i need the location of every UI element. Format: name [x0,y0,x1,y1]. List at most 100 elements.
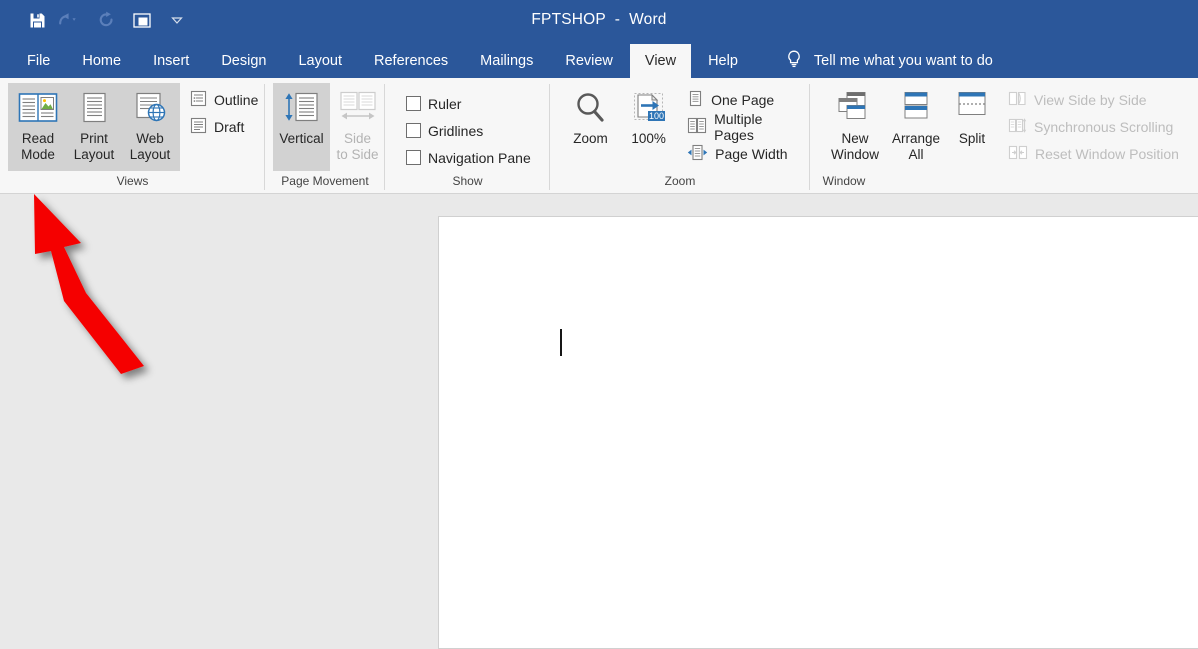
tab-file[interactable]: File [12,44,65,78]
vertical-button[interactable]: Vertical [273,83,330,171]
new-window-button[interactable]: New Window [824,83,886,171]
print-layout-button[interactable]: Print Layout [66,83,122,171]
tell-me-search[interactable]: Tell me what you want to do [785,44,993,78]
tab-design[interactable]: Design [206,44,281,78]
magnifier-icon [571,87,611,131]
zoom-button[interactable]: Zoom [561,83,620,171]
new-window-label-2: Window [830,147,879,162]
tab-help[interactable]: Help [693,44,753,78]
text-cursor [560,329,562,356]
gridlines-checkbox-row[interactable]: Gridlines [406,117,537,144]
new-window-icon [833,87,877,131]
ruler-label: Ruler [428,95,462,112]
view-side-by-side-button[interactable]: View Side by Side [1008,86,1185,113]
web-layout-icon [129,87,171,131]
tab-layout[interactable]: Layout [283,44,357,78]
split-button[interactable]: Split [946,83,998,171]
arrange-all-label-1: Arrange [891,131,941,146]
group-label-page-movement: Page Movement [281,174,369,188]
document-area[interactable] [0,195,1198,649]
tab-mailings[interactable]: Mailings [465,44,548,78]
redo-icon[interactable] [92,6,122,34]
ruler-checkbox[interactable] [406,96,421,111]
views-small-list: Outline Draft [190,83,264,140]
one-page-label: One Page [711,91,775,108]
ribbon-group-views: Read Mode Print Layout Web Layout Outlin… [0,78,265,194]
outline-label: Outline [214,91,259,108]
navigation-pane-checkbox[interactable] [406,150,421,165]
tab-references[interactable]: References [359,44,463,78]
side-to-side-label-2: to Side [336,147,379,162]
gridlines-checkbox[interactable] [406,123,421,138]
reset-window-position-button[interactable]: Reset Window Position [1008,140,1185,167]
tab-insert[interactable]: Insert [138,44,204,78]
multiple-pages-label: Multiple Pages [714,110,763,143]
touch-mouse-mode-icon[interactable] [122,6,162,34]
navigation-pane-checkbox-row[interactable]: Navigation Pane [406,144,537,171]
show-checkbox-list: Ruler Gridlines Navigation Pane [406,83,537,171]
print-layout-label-2: Layout [73,147,115,162]
print-layout-icon [73,87,115,131]
outline-icon [190,90,207,110]
quick-access-toolbar [0,0,192,40]
undo-icon[interactable] [52,6,92,34]
one-page-button[interactable]: One Page [687,86,810,113]
read-mode-label-1: Read [21,131,55,146]
zoom-small-list: One Page Multiple Pages Page Width [687,83,810,167]
vertical-scroll-icon [280,87,324,131]
synchronous-scrolling-button[interactable]: Synchronous Scrolling [1008,113,1185,140]
split-label: Split [958,131,986,146]
arrange-all-label-2: All [908,147,924,162]
group-label-show: Show [452,174,483,188]
reset-window-position-label: Reset Window Position [1035,145,1179,162]
page-width-button[interactable]: Page Width [687,140,810,167]
views-buttons-hover-area: Read Mode Print Layout Web Layout [8,83,180,171]
ribbon-group-window: New Window Arrange All Split View Side b… [810,78,1198,194]
synchronous-scrolling-label: Synchronous Scrolling [1034,118,1174,135]
zoom-100-label: 100% [631,131,666,146]
reset-window-icon [1008,144,1028,164]
arrange-all-icon [894,87,938,131]
read-mode-label-2: Mode [21,147,55,162]
ribbon: Read Mode Print Layout Web Layout Outlin… [0,78,1198,194]
tab-review[interactable]: Review [550,44,628,78]
new-window-label-1: New [841,131,869,146]
multiple-pages-button[interactable]: Multiple Pages [687,110,810,143]
one-page-icon [687,90,704,110]
read-mode-button[interactable]: Read Mode [10,83,66,171]
web-layout-label-1: Web [136,131,164,146]
view-side-by-side-label: View Side by Side [1034,91,1147,108]
group-label-window: Window [822,174,866,188]
page-width-icon [687,144,708,164]
title-bar: FPTSHOP - Word [0,0,1198,40]
gridlines-label: Gridlines [428,122,484,139]
chevron-down-icon[interactable] [162,6,192,34]
web-layout-label-2: Layout [129,147,171,162]
draft-icon [190,117,207,137]
ribbon-group-show: Ruler Gridlines Navigation Pane Show [385,78,550,194]
document-page[interactable] [438,216,1198,649]
side-to-side-button[interactable]: Side to Side [330,83,385,171]
ruler-checkbox-row[interactable]: Ruler [406,90,537,117]
sync-scroll-icon [1008,117,1027,137]
tab-view[interactable]: View [629,44,692,78]
window-title-text: FPTSHOP - Word [531,11,667,28]
tell-me-label: Tell me what you want to do [813,53,993,69]
window-small-list: View Side by Side Synchronous Scrolling … [1008,83,1185,167]
multiple-pages-icon [687,117,707,137]
zoom-label: Zoom [573,131,608,146]
ribbon-tab-bar: File Home Insert Design Layout Reference… [0,40,1198,78]
side-to-side-icon [335,87,381,131]
web-layout-button[interactable]: Web Layout [122,83,178,171]
save-icon[interactable] [22,6,52,34]
tab-home[interactable]: Home [67,44,136,78]
side-to-side-label-1: Side [343,131,372,146]
outline-button[interactable]: Outline [190,86,264,113]
navigation-pane-label: Navigation Pane [428,149,531,166]
draft-label: Draft [214,118,245,135]
page-width-label: Page Width [715,145,788,162]
arrange-all-button[interactable]: Arrange All [886,83,946,171]
zoom-100-icon: 100 [628,87,670,131]
zoom-100-button[interactable]: 100 100% [620,83,677,171]
draft-button[interactable]: Draft [190,113,264,140]
